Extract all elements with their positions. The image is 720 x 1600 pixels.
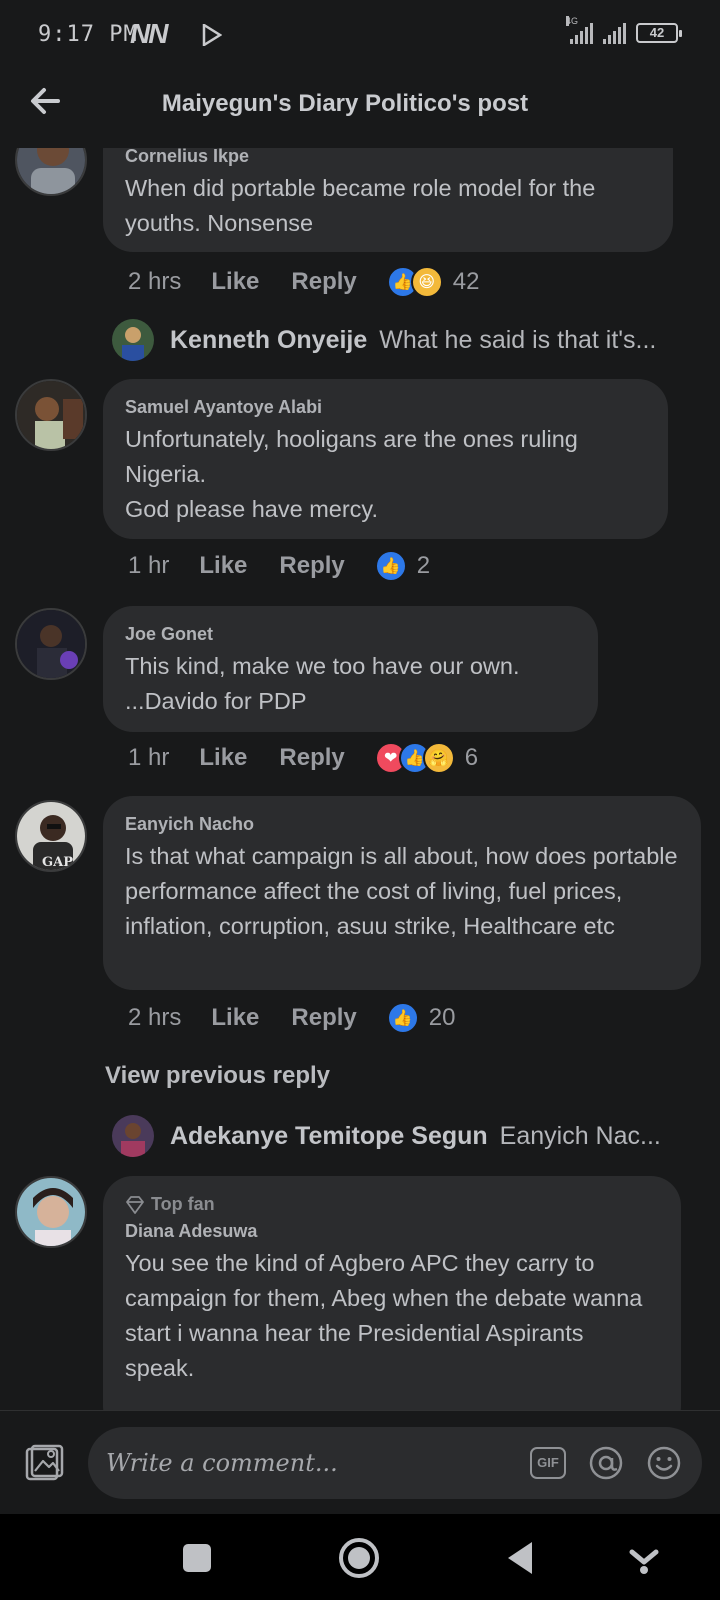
network-label: 4G — [566, 16, 579, 26]
like-button[interactable]: Like — [211, 1004, 259, 1032]
reactions[interactable]: 👍 😆 — [386, 266, 443, 298]
avatar[interactable] — [15, 1176, 87, 1248]
reply-button[interactable]: Reply — [279, 744, 344, 772]
diamond-icon — [126, 1195, 144, 1214]
comment-time[interactable]: 2 hrs — [128, 1004, 181, 1032]
top-fan-badge: Top fan — [125, 1194, 659, 1215]
comment-bubble[interactable]: Joe Gonet This kind, make we too have ou… — [103, 606, 598, 732]
avatar[interactable] — [15, 379, 87, 451]
comment-actions: 1 hr Like Reply ❤ 👍 🤗 6 — [128, 740, 478, 776]
emoji-icon[interactable] — [646, 1445, 682, 1481]
reply-button[interactable]: Reply — [279, 552, 344, 580]
gif-button[interactable]: GIF — [530, 1447, 566, 1479]
view-previous-reply-link[interactable]: View previous reply — [105, 1062, 330, 1090]
battery-icon: 42 — [636, 23, 682, 43]
comment-text: Unfortunately, hooligans are the ones ru… — [125, 426, 578, 522]
avatar[interactable] — [112, 319, 154, 361]
reactions[interactable]: 👍 — [374, 550, 407, 582]
comment-actions: 2 hrs Like Reply 👍 😆 42 — [128, 264, 479, 300]
comment-composer: GIF — [0, 1410, 720, 1514]
reply-button[interactable]: Reply — [291, 1004, 356, 1032]
comment-author[interactable]: Cornelius Ikpe — [125, 148, 651, 167]
comment-author[interactable]: Joe Gonet — [125, 624, 576, 645]
home-icon[interactable] — [337, 1536, 381, 1580]
reply-snippet: What he said is that it's... — [379, 325, 657, 354]
play-store-icon — [202, 24, 222, 46]
comment-author[interactable]: Samuel Ayantoye Alabi — [125, 397, 646, 418]
mention-icon[interactable] — [588, 1445, 624, 1481]
comment-text: This kind, make we too have our own. ...… — [125, 653, 520, 714]
comment-author[interactable]: Eanyich Nacho — [125, 814, 679, 835]
reply-preview[interactable]: Kenneth Onyeije What he said is that it'… — [112, 318, 656, 362]
comment-field[interactable]: GIF — [88, 1427, 702, 1499]
comment-text: When did portable became role model for … — [125, 175, 596, 236]
page-title: Maiyegun's Diary Politico's post — [161, 90, 529, 117]
avatar[interactable] — [15, 148, 87, 196]
status-time: 9:17 PM — [38, 22, 138, 47]
top-fan-label: Top fan — [151, 1194, 215, 1214]
reply-author[interactable]: Adekanye Temitope Segun — [170, 1122, 488, 1151]
like-button[interactable]: Like — [211, 268, 259, 296]
comment-text: Is that what campaign is all about, how … — [125, 843, 678, 939]
comment-bubble[interactable]: Eanyich Nacho Is that what campaign is a… — [103, 796, 701, 990]
comment-bubble[interactable]: Top fan Diana Adesuwa You see the kind o… — [103, 1176, 681, 1410]
like-reaction-icon: 👍 — [386, 1002, 419, 1034]
recents-icon[interactable] — [175, 1536, 219, 1580]
reply-button[interactable]: Reply — [291, 268, 356, 296]
avatar[interactable] — [112, 1115, 154, 1157]
reactions[interactable]: 👍 — [386, 1002, 419, 1034]
haha-reaction-icon: 😆 — [410, 266, 443, 298]
status-right: 4G 42 — [566, 16, 682, 44]
avatar[interactable] — [15, 608, 87, 680]
avatar[interactable]: GAP — [15, 800, 87, 872]
comment-text: You see the kind of Agbero APC they carr… — [125, 1250, 643, 1381]
carrier-icons: NN — [130, 18, 168, 49]
signal-icon-2 — [603, 22, 626, 44]
comment-bubble[interactable]: Samuel Ayantoye Alabi Unfortunately, hoo… — [103, 379, 668, 539]
reply-preview[interactable]: Adekanye Temitope Segun Eanyich Nac... — [112, 1114, 661, 1158]
comment-time[interactable]: 1 hr — [128, 744, 169, 772]
comments-feed[interactable]: Cornelius Ikpe When did portable became … — [0, 148, 720, 1410]
reaction-count[interactable]: 42 — [453, 268, 480, 296]
comment-time[interactable]: 2 hrs — [128, 268, 181, 296]
comment-actions: 1 hr Like Reply 👍 2 — [128, 548, 430, 584]
reply-author[interactable]: Kenneth Onyeije — [170, 326, 367, 355]
signal-icon: 4G — [566, 16, 593, 44]
reply-snippet: Eanyich Nac... — [499, 1121, 661, 1150]
reaction-count[interactable]: 2 — [417, 552, 430, 580]
photo-icon[interactable] — [24, 1443, 64, 1483]
status-bar: 9:17 PM NN 4G 42 — [0, 0, 720, 74]
svg-text:GAP: GAP — [42, 855, 73, 870]
care-reaction-icon: 🤗 — [422, 742, 455, 774]
comment-input[interactable] — [106, 1427, 506, 1499]
comment-bubble[interactable]: Cornelius Ikpe When did portable became … — [103, 148, 673, 252]
like-button[interactable]: Like — [199, 744, 247, 772]
system-nav-bar — [0, 1514, 720, 1600]
like-reaction-icon: 👍 — [374, 550, 407, 582]
like-button[interactable]: Like — [199, 552, 247, 580]
reaction-count[interactable]: 6 — [465, 744, 478, 772]
reaction-count[interactable]: 20 — [429, 1004, 456, 1032]
reactions[interactable]: ❤ 👍 🤗 — [374, 742, 455, 774]
chevron-down-icon[interactable] — [622, 1536, 666, 1580]
comment-time[interactable]: 1 hr — [128, 552, 169, 580]
comment-actions: 2 hrs Like Reply 👍 20 — [128, 1000, 455, 1036]
comment-author[interactable]: Diana Adesuwa — [125, 1221, 659, 1242]
back-icon[interactable] — [500, 1536, 544, 1580]
header: Maiyegun's Diary Politico's post — [0, 74, 720, 144]
